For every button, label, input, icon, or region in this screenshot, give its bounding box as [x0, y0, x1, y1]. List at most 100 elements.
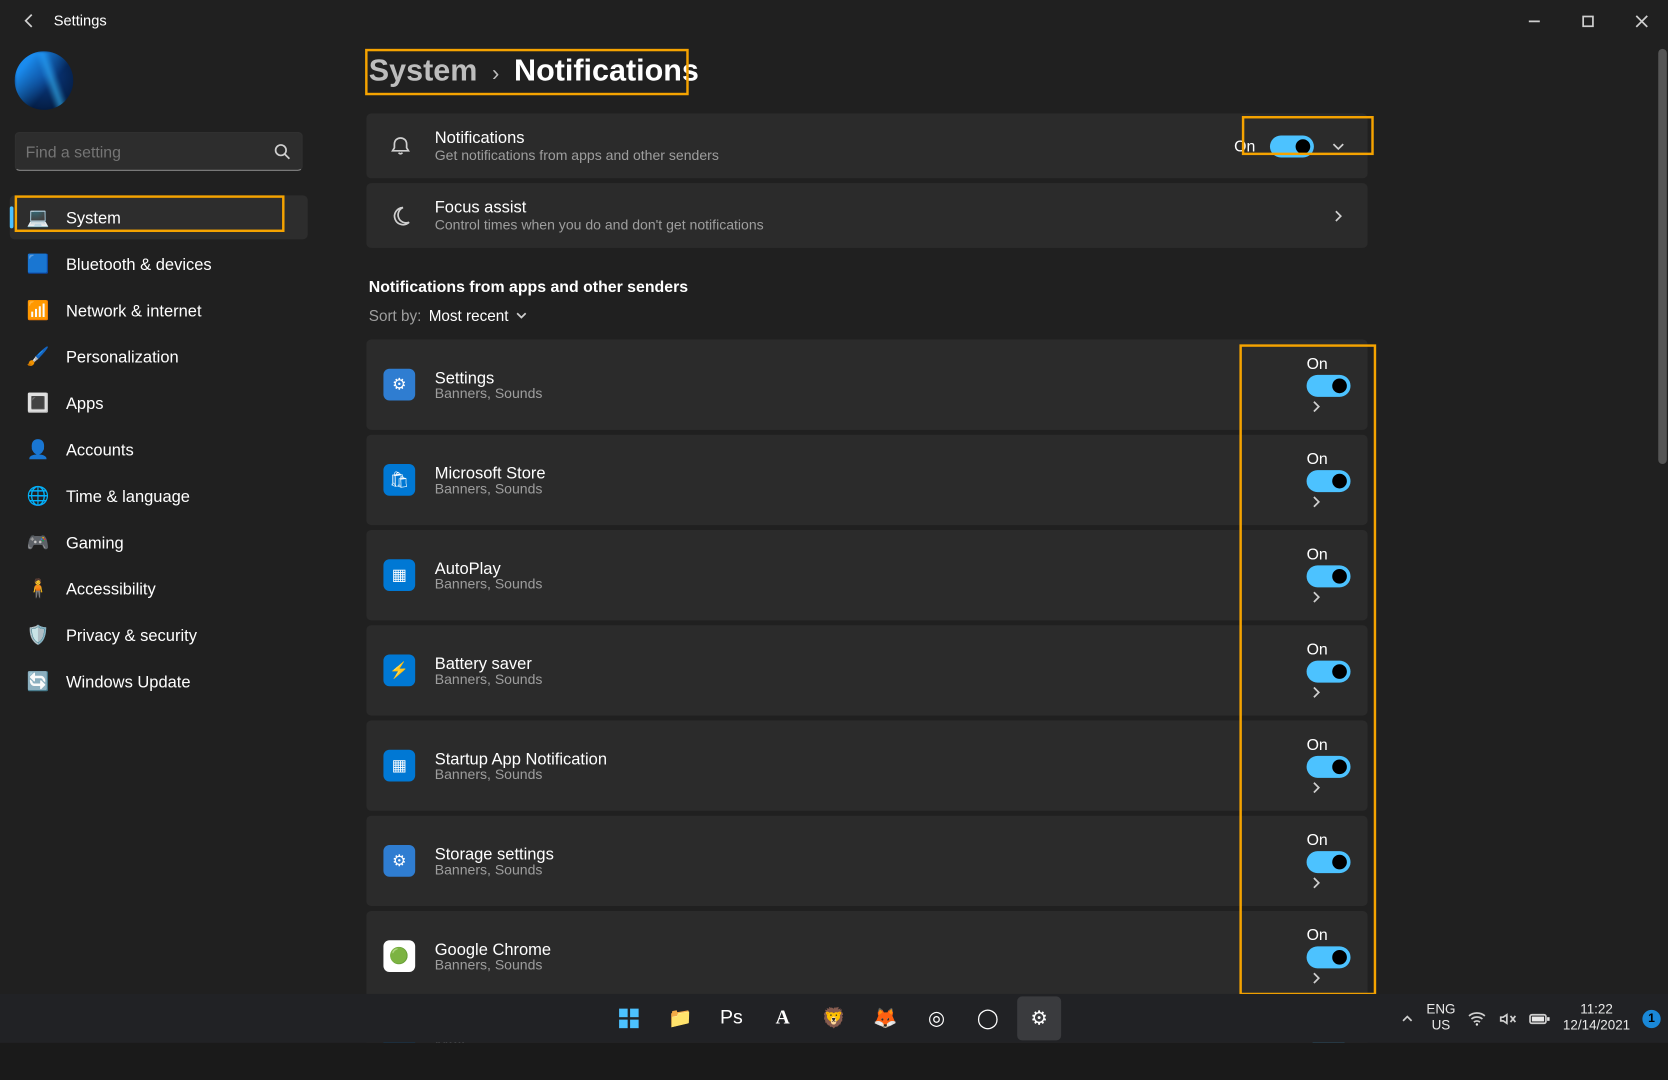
taskbar-app-edge[interactable]: ◯: [966, 996, 1010, 1040]
app-toggle[interactable]: [1307, 946, 1351, 968]
sidebar-item-bluetooth-devices[interactable]: 🟦Bluetooth & devices: [10, 242, 308, 286]
tray-language[interactable]: ENG US: [1426, 1002, 1455, 1034]
notifications-toggle[interactable]: [1270, 135, 1314, 157]
chevron-right-icon[interactable]: [1307, 492, 1327, 512]
app-toggle[interactable]: [1307, 470, 1351, 492]
toggle-label: On: [1307, 735, 1328, 753]
nav-icon: 🔳: [27, 392, 49, 414]
profile-section[interactable]: [5, 46, 313, 131]
app-icon: ▦: [383, 750, 415, 782]
nav-icon: 👤: [27, 438, 49, 460]
titlebar: Settings: [0, 0, 1668, 42]
app-toggle[interactable]: [1307, 565, 1351, 587]
wifi-icon[interactable]: [1468, 1010, 1486, 1026]
sidebar-item-network-internet[interactable]: 📶 Network & internet: [10, 288, 308, 332]
taskbar-app-explorer[interactable]: 📁: [658, 996, 702, 1040]
taskbar-app-photoshop[interactable]: Ps: [709, 996, 753, 1040]
app-toggle[interactable]: [1307, 851, 1351, 873]
app-icon: 🛍: [383, 464, 415, 496]
nav-icon: 📶: [27, 299, 49, 321]
chevron-right-icon[interactable]: [1307, 397, 1327, 417]
sidebar-item-apps[interactable]: 🔳Apps: [10, 381, 308, 425]
sidebar-item-personalization[interactable]: 🖌️Personalization: [10, 335, 308, 379]
taskbar-app-firefox[interactable]: 🦊: [863, 996, 907, 1040]
notifications-master-card[interactable]: Notifications Get notifications from app…: [366, 114, 1367, 179]
sidebar-item-label: Accounts: [66, 440, 134, 458]
chevron-right-icon[interactable]: [1307, 778, 1327, 798]
search-input[interactable]: [15, 132, 303, 171]
start-button[interactable]: [607, 996, 651, 1040]
chevron-down-icon: [516, 308, 528, 325]
sidebar-item-label: Accessibility: [66, 579, 156, 597]
search-field[interactable]: [26, 142, 273, 160]
system-tray[interactable]: ENG US 11:22 12/14/2021 1: [1401, 1002, 1661, 1034]
chevron-right-icon[interactable]: [1307, 968, 1327, 988]
toggle-label: On: [1307, 640, 1328, 658]
app-title: Settings: [54, 12, 107, 29]
taskbar-app-chrome[interactable]: ◎: [915, 996, 959, 1040]
expand-card-button[interactable]: [1329, 136, 1349, 156]
sidebar-item-label: Windows Update: [66, 672, 191, 690]
chevron-right-icon[interactable]: [1307, 683, 1327, 703]
toggle-label: On: [1307, 545, 1328, 563]
app-toggle[interactable]: [1307, 661, 1351, 683]
toggle-label: On: [1234, 137, 1255, 155]
bell-icon: [386, 131, 415, 160]
search-icon: [272, 142, 292, 162]
app-notification-row[interactable]: ⚙SettingsBanners, SoundsOn: [366, 339, 1367, 429]
toggle-label: On: [1307, 449, 1328, 467]
scrollbar[interactable]: [1658, 49, 1667, 989]
nav-icon: 🖌️: [27, 346, 49, 368]
sort-prefix: Sort by:: [369, 308, 422, 325]
chevron-right-icon[interactable]: [1329, 206, 1349, 226]
taskbar-app-settings[interactable]: ⚙: [1017, 996, 1061, 1040]
notification-badge[interactable]: 1: [1642, 1009, 1660, 1027]
tray-chevron-icon[interactable]: [1401, 1012, 1414, 1025]
sidebar-item-privacy-security[interactable]: 🛡️Privacy & security: [10, 613, 308, 657]
breadcrumb-parent[interactable]: System: [369, 54, 478, 89]
nav-icon: 🎮: [27, 531, 49, 553]
app-name: Microsoft Store: [435, 463, 1287, 481]
volume-mute-icon[interactable]: [1498, 1010, 1516, 1026]
chevron-right-icon[interactable]: [1307, 873, 1327, 893]
app-toggle[interactable]: [1307, 756, 1351, 778]
app-notification-row[interactable]: 🛍Microsoft StoreBanners, SoundsOn: [366, 435, 1367, 525]
app-notification-row[interactable]: ▦Startup App NotificationBanners, Sounds…: [366, 720, 1367, 810]
taskbar-app-brave[interactable]: 🦁: [812, 996, 856, 1040]
toggle-label: On: [1307, 354, 1328, 372]
nav-icon: 🔄: [27, 670, 49, 692]
sidebar-item-gaming[interactable]: 🎮Gaming: [10, 520, 308, 564]
card-subtitle: Control times when you do and don't get …: [435, 219, 1309, 234]
back-button[interactable]: [5, 12, 54, 29]
app-notification-row[interactable]: ⚡Battery saverBanners, SoundsOn: [366, 625, 1367, 715]
app-toggle[interactable]: [1307, 375, 1351, 397]
sidebar-item-windows-update[interactable]: 🔄 Windows Update: [10, 659, 308, 703]
sidebar-item-label: Network & internet: [66, 301, 202, 319]
sidebar-item-accessibility[interactable]: 🧍Accessibility: [10, 567, 308, 611]
window-maximize-button[interactable]: [1561, 0, 1615, 42]
app-icon: 🟢: [383, 940, 415, 972]
chevron-right-icon[interactable]: [1307, 587, 1327, 607]
app-icon: ⚙: [383, 369, 415, 401]
window-minimize-button[interactable]: [1507, 0, 1561, 42]
tray-clock[interactable]: 11:22 12/14/2021: [1563, 1002, 1630, 1034]
app-notification-row[interactable]: 🟢Google ChromeBanners, SoundsOn: [366, 911, 1367, 1001]
app-name: Battery saver: [435, 654, 1287, 672]
app-notification-list: ⚙SettingsBanners, SoundsOn 🛍 Microsoft Sto…: [366, 339, 1367, 1042]
moon-icon: [386, 201, 415, 230]
focus-assist-card[interactable]: Focus assist Control times when you do a…: [366, 183, 1367, 248]
app-icon: ⚡: [383, 655, 415, 687]
card-title: Focus assist: [435, 198, 1309, 216]
page-title: Notifications: [514, 54, 699, 89]
app-notification-row[interactable]: ⚙Storage settingsBanners, SoundsOn: [366, 816, 1367, 906]
window-close-button[interactable]: [1614, 0, 1668, 42]
nav-icon: 💻: [27, 206, 49, 228]
sidebar-item-accounts[interactable]: 👤 Accounts: [10, 427, 308, 471]
sidebar-item-system[interactable]: 💻System: [10, 195, 308, 239]
section-label: Notifications from apps and other sender…: [369, 277, 1368, 295]
battery-icon[interactable]: [1529, 1012, 1551, 1025]
sort-by[interactable]: Sort by: Most recent: [369, 308, 1368, 325]
sidebar-item-time-language[interactable]: 🌐Time & language: [10, 474, 308, 518]
app-notification-row[interactable]: ▦AutoPlayBanners, SoundsOn: [366, 530, 1367, 620]
taskbar-app-a[interactable]: A: [761, 996, 805, 1040]
